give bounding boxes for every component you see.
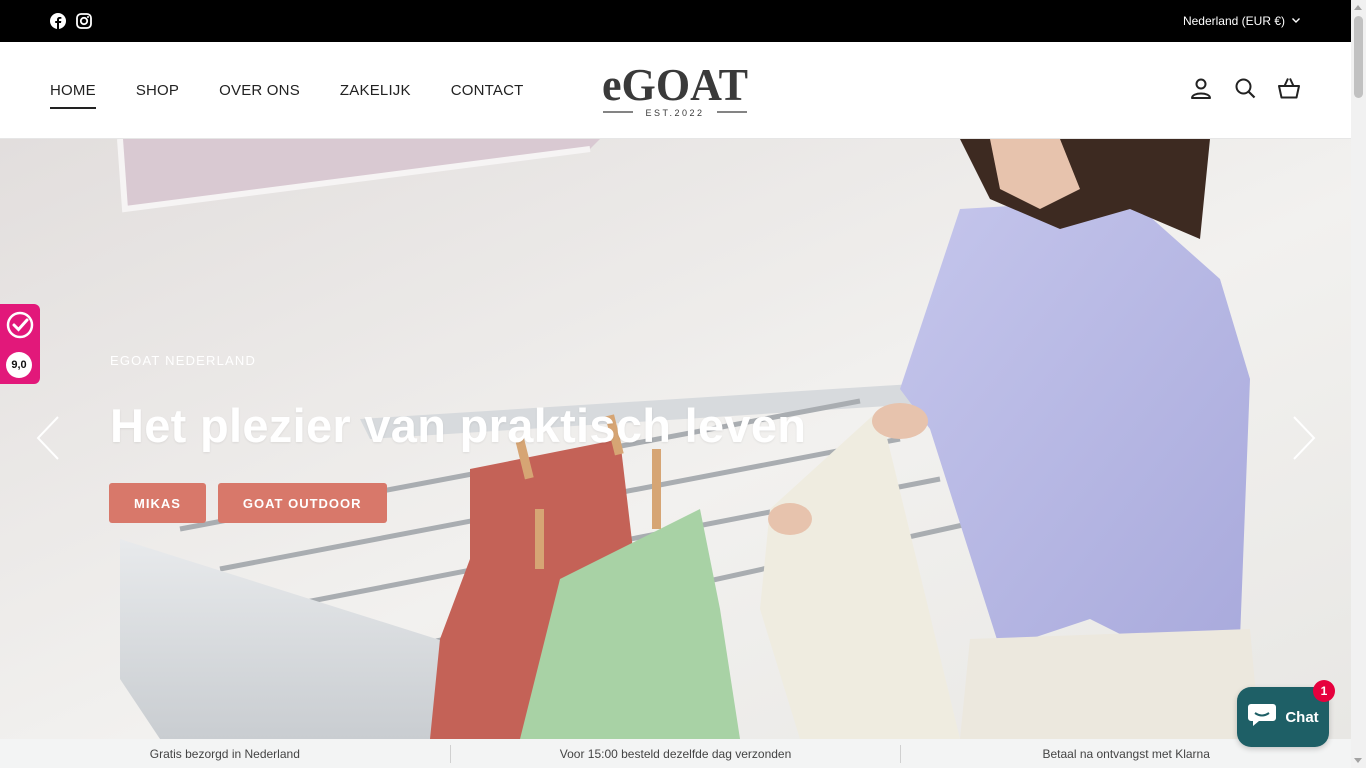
nav-item-zakelijk[interactable]: ZAKELIJK [340, 78, 411, 103]
hero-content: EGOAT NEDERLAND Het plezier van praktisc… [109, 353, 807, 523]
hero-buttons: MIKAS GOAT OUTDOOR [109, 483, 806, 523]
cart-icon[interactable] [1277, 76, 1301, 100]
brand-logo[interactable]: eGOAT EST.2022 [599, 59, 751, 120]
nav-item-over-ons[interactable]: OVER ONS [219, 78, 300, 103]
instagram-icon[interactable] [76, 13, 92, 29]
mikas-button[interactable]: MIKAS [109, 483, 206, 523]
page-scrollbar[interactable] [1351, 0, 1366, 768]
social-links [50, 13, 92, 29]
nav-item-shop[interactable]: SHOP [136, 78, 179, 103]
nav-item-contact[interactable]: CONTACT [451, 78, 524, 103]
country-selector-label: Nederland (EUR €) [1182, 14, 1285, 28]
rating-score: 9,0 [6, 352, 32, 378]
chat-label: Chat [1285, 708, 1319, 726]
chevron-left-icon[interactable] [34, 415, 62, 461]
chevron-right-icon[interactable] [1290, 415, 1318, 461]
chat-bubble-icon [1247, 702, 1277, 732]
country-selector[interactable]: Nederland (EUR €) [1183, 14, 1301, 28]
account-icon[interactable] [1189, 76, 1213, 100]
chat-notification-badge: 1 [1313, 680, 1335, 702]
logo-tagline: EST.2022 [645, 108, 704, 118]
header-actions [1189, 76, 1301, 100]
site-header: HOME SHOP OVER ONS ZAKELIJK CONTACT eGOA… [0, 42, 1351, 139]
facebook-icon[interactable] [50, 13, 66, 29]
check-badge-icon [5, 310, 35, 340]
usp-same-day-shipping: Voor 15:00 besteld dezelfde dag verzonde… [449, 744, 901, 763]
scroll-up-icon[interactable] [1354, 5, 1362, 10]
scroll-down-icon[interactable] [1354, 758, 1362, 763]
chevron-down-icon [1291, 14, 1301, 28]
usp-bar: Gratis bezorgd in Nederland Voor 15:00 b… [0, 739, 1351, 768]
main-nav: HOME SHOP OVER ONS ZAKELIJK CONTACT [50, 78, 524, 109]
hero-eyebrow: EGOAT NEDERLAND [110, 353, 257, 368]
review-rating-badge[interactable]: 9,0 [0, 304, 40, 384]
usp-klarna: Betaal na ontvangst met Klarna [900, 744, 1351, 763]
scroll-thumb[interactable] [1354, 16, 1363, 98]
goat-outdoor-button[interactable]: GOAT OUTDOOR [217, 483, 387, 523]
search-icon[interactable] [1233, 76, 1257, 100]
hero-title: Het plezier van praktisch leven [110, 399, 807, 452]
hero-slideshow: EGOAT NEDERLAND Het plezier van praktisc… [0, 139, 1351, 739]
logo-brand: eGOAT [602, 60, 748, 110]
usp-free-delivery: Gratis bezorgd in Nederland [149, 746, 300, 761]
nav-item-home[interactable]: HOME [50, 78, 96, 109]
announcement-bar: Nederland (EUR €) [0, 0, 1351, 42]
